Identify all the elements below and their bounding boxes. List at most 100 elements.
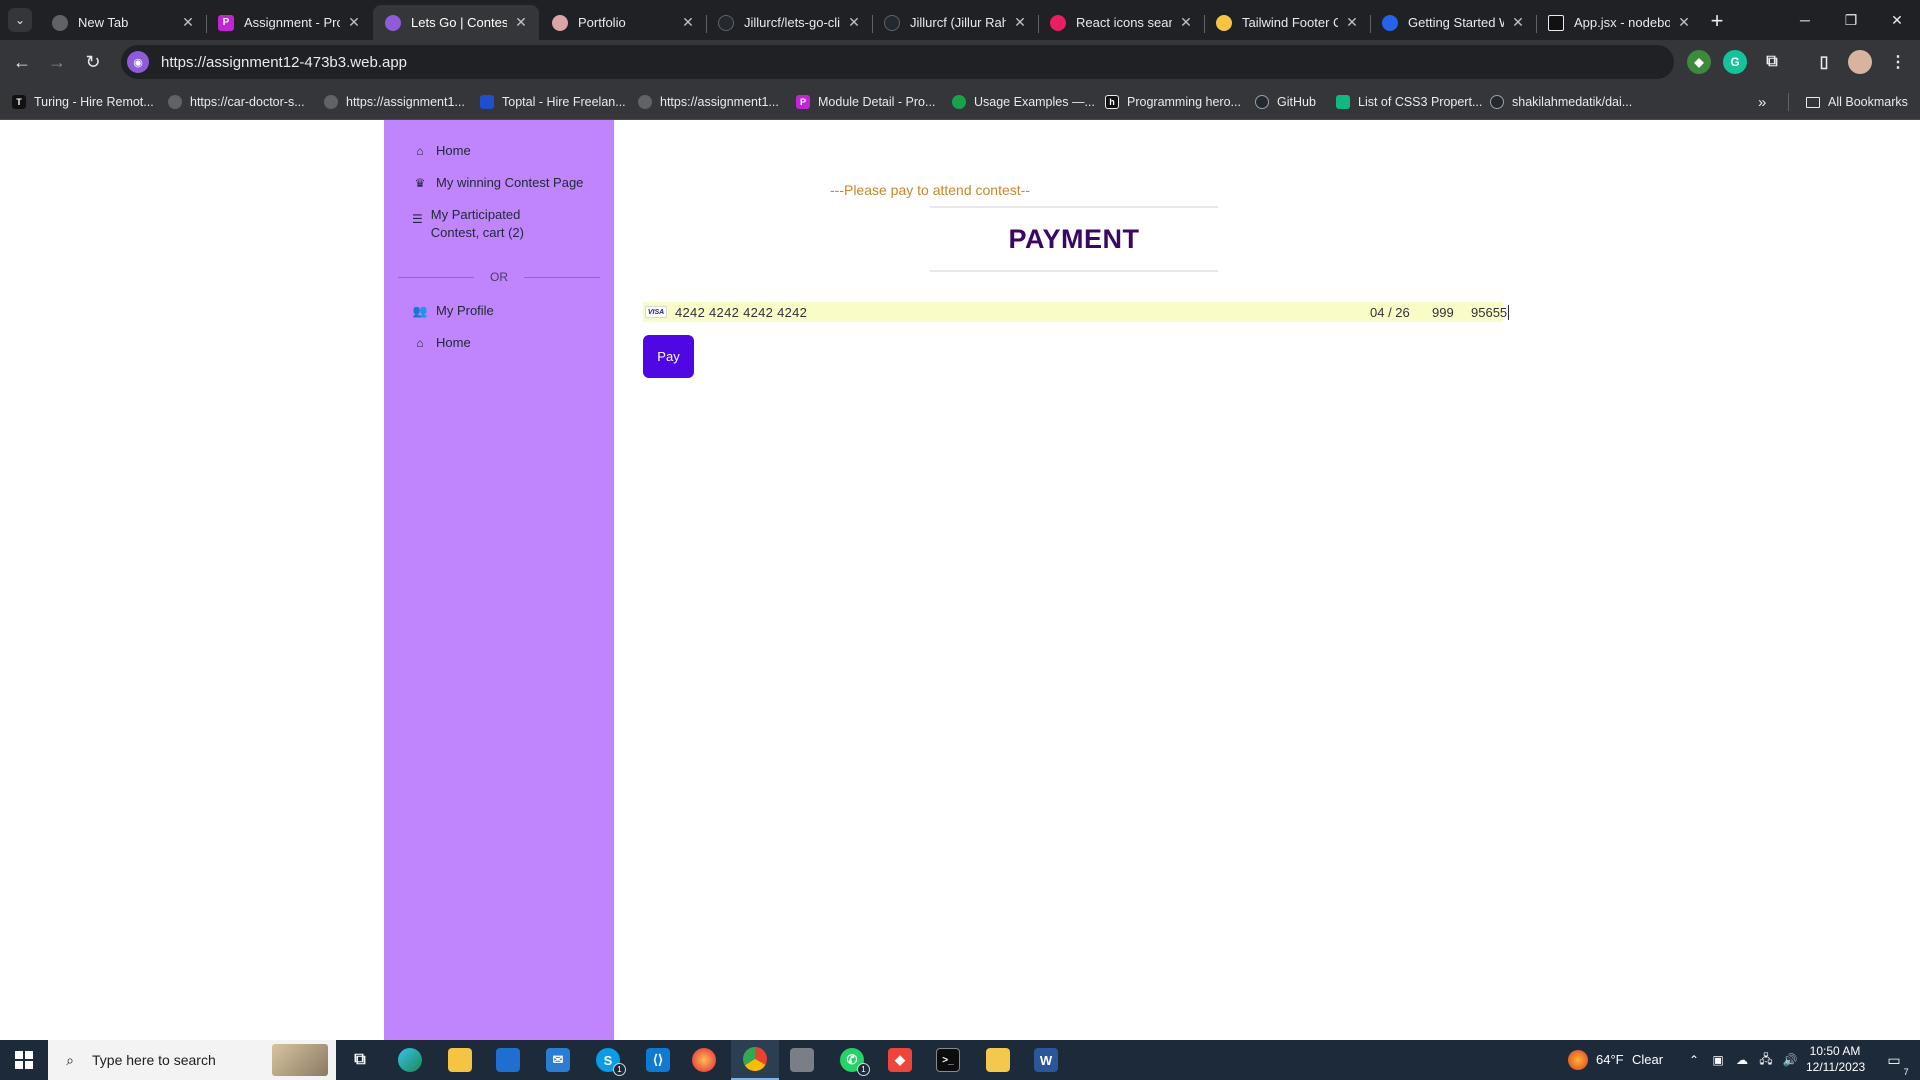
sidebar-item-participated-contest[interactable]: ☰ My Participated Contest, cart (2) <box>412 206 542 242</box>
forward-icon[interactable]: → <box>43 48 71 76</box>
close-icon[interactable]: ✕ <box>1178 14 1194 31</box>
close-icon[interactable]: ✕ <box>513 14 529 31</box>
tab-title: Assignment - Pro <box>244 15 340 30</box>
tab-title: New Tab <box>78 15 129 30</box>
tab-portfolio[interactable]: Portfolio ✕ <box>540 5 706 40</box>
tab-getting-started[interactable]: Getting Started W ✕ <box>1370 5 1536 40</box>
tab-react-icons[interactable]: React icons search ✕ <box>1038 5 1204 40</box>
close-icon[interactable]: ✕ <box>846 14 862 31</box>
bookmarks-overflow-icon[interactable]: » <box>1758 92 1766 112</box>
pay-button[interactable]: Pay <box>643 335 694 378</box>
bookmark-github[interactable]: GitHub <box>1255 92 1316 112</box>
firefox-icon[interactable] <box>680 1040 728 1080</box>
card-cvc-input[interactable]: 999 <box>1432 305 1454 320</box>
extension-android-icon[interactable]: ◆ <box>1687 50 1711 74</box>
close-icon[interactable]: ✕ <box>346 14 362 31</box>
site-info-icon[interactable]: ◉ <box>127 51 149 73</box>
bookmark-turing[interactable]: T Turing - Hire Remot... <box>12 92 154 112</box>
close-icon[interactable]: ✕ <box>1676 14 1692 31</box>
close-icon[interactable]: ✕ <box>1344 14 1360 31</box>
url-text[interactable]: https://assignment12-473b3.web.app <box>161 54 407 71</box>
skype-icon[interactable]: S1 <box>584 1040 632 1080</box>
task-view-icon[interactable]: ⧉ <box>336 1040 384 1080</box>
tab-new-tab[interactable]: New Tab ✕ <box>40 5 206 40</box>
vscode-icon[interactable]: ⟨⟩ <box>634 1040 682 1080</box>
card-number-input[interactable]: 4242 4242 4242 4242 <box>675 305 807 320</box>
tab-lets-go-contest[interactable]: Lets Go | Contest ✕ <box>373 5 539 40</box>
mail-icon[interactable]: ✉ <box>534 1040 582 1080</box>
profile-avatar-icon[interactable] <box>1848 50 1872 74</box>
system-clock[interactable]: 10:50 AM 12/11/2023 <box>1806 1043 1865 1075</box>
tab-title: Jillurcf/lets-go-clie <box>744 15 840 30</box>
anydesk-icon[interactable]: ◆ <box>876 1040 924 1080</box>
sidebar-item-winning-contest[interactable]: ♛ My winning Contest Page <box>412 174 584 192</box>
weather-temp[interactable]: 64°F <box>1596 1052 1624 1067</box>
sidebar-item-home-bottom[interactable]: ⌂ Home <box>412 334 470 352</box>
edge-icon[interactable] <box>386 1040 434 1080</box>
bookmark-programming-hero[interactable]: h Programming hero... <box>1105 92 1241 112</box>
tab-assignment[interactable]: P Assignment - Pro ✕ <box>206 5 372 40</box>
taskbar-search-box[interactable]: ⌕ Type here to search <box>48 1040 336 1080</box>
tab-tailwind-footer[interactable]: Tailwind Footer Co ✕ <box>1204 5 1370 40</box>
network-icon[interactable]: 🖧 <box>1758 1052 1774 1068</box>
github-icon <box>1490 95 1504 109</box>
windows-start-icon[interactable] <box>0 1040 48 1080</box>
bookmark-css3-properties[interactable]: List of CSS3 Propert... <box>1336 92 1482 112</box>
address-bar[interactable]: ◉ https://assignment12-473b3.web.app <box>121 45 1674 79</box>
command-prompt-icon[interactable]: >_ <box>924 1040 972 1080</box>
mongodb-leaf-icon <box>952 95 966 109</box>
tab-search-button[interactable]: ⌄ <box>8 8 32 32</box>
weather-icon[interactable] <box>1568 1050 1588 1070</box>
side-panel-icon[interactable]: ▯ <box>1812 50 1836 74</box>
extensions-puzzle-icon[interactable]: ⧉ <box>1760 50 1784 74</box>
menu-kebab-icon[interactable]: ⋮ <box>1886 50 1910 74</box>
card-element[interactable]: VISA 4242 4242 4242 4242 04 / 26 999 956… <box>643 302 1510 322</box>
all-bookmarks-button[interactable]: All Bookmarks <box>1806 92 1908 112</box>
bookmark-usage-examples[interactable]: Usage Examples —... <box>952 92 1095 112</box>
weather-condition[interactable]: Clear <box>1632 1052 1663 1067</box>
tab-app-jsx[interactable]: App.jsx - nodebox ✕ <box>1536 5 1702 40</box>
file-explorer-icon[interactable] <box>436 1040 484 1080</box>
whatsapp-icon[interactable]: ✆ 1 <box>828 1040 876 1080</box>
microsoft-store-icon[interactable] <box>484 1040 532 1080</box>
bookmark-label: Module Detail - Pro... <box>818 95 936 109</box>
close-window-icon[interactable]: ✕ <box>1874 0 1920 40</box>
new-tab-button[interactable]: + <box>1703 7 1731 35</box>
tab-github-profile[interactable]: Jillurcf (Jillur Rahm ✕ <box>872 5 1038 40</box>
close-icon[interactable]: ✕ <box>1012 14 1028 31</box>
volume-icon[interactable]: 🔊 <box>1782 1052 1798 1068</box>
bookmark-shakil[interactable]: shakilahmedatik/dai... <box>1490 92 1632 112</box>
bookmark-car-doctor[interactable]: https://car-doctor-s... <box>168 92 305 112</box>
sidebar-item-my-profile[interactable]: 👥 My Profile <box>412 302 494 320</box>
turing-icon: T <box>12 95 26 109</box>
page-title: PAYMENT <box>1008 224 1140 254</box>
close-icon[interactable]: ✕ <box>1510 14 1526 31</box>
bookmark-assignment-2[interactable]: https://assignment1... <box>638 92 779 112</box>
bookmark-toptal[interactable]: Toptal - Hire Freelan... <box>480 92 626 112</box>
bookmark-assignment-1[interactable]: https://assignment1... <box>324 92 465 112</box>
grammarly-icon[interactable]: G <box>1723 50 1747 74</box>
sidebar-item-home[interactable]: ⌂ Home <box>412 142 470 160</box>
notification-count: 7 <box>1903 1066 1909 1077</box>
tab-github-repo[interactable]: Jillurcf/lets-go-clie ✕ <box>706 5 872 40</box>
onedrive-icon[interactable]: ☁ <box>1734 1052 1750 1068</box>
react-icons-icon <box>1050 14 1066 31</box>
bookmark-label: https://assignment1... <box>660 95 779 109</box>
chevron-up-icon[interactable]: ⌃ <box>1686 1052 1702 1068</box>
card-zip-input[interactable]: 95655 <box>1471 304 1510 320</box>
browser-toolbar: ← → ↻ ◉ https://assignment12-473b3.web.a… <box>0 40 1920 84</box>
bookmark-module-detail[interactable]: P Module Detail - Pro... <box>796 92 935 112</box>
back-icon[interactable]: ← <box>8 48 36 76</box>
close-icon[interactable]: ✕ <box>180 14 196 31</box>
minimize-icon[interactable]: ─ <box>1782 0 1828 40</box>
sticky-notes-icon[interactable] <box>974 1040 1022 1080</box>
reload-icon[interactable]: ↻ <box>79 48 107 76</box>
terminal-window-icon[interactable] <box>778 1040 826 1080</box>
restore-icon[interactable]: ❐ <box>1828 0 1874 40</box>
notification-center-icon[interactable]: ▭ 7 <box>1874 1040 1914 1080</box>
meet-now-icon[interactable]: ▣ <box>1710 1052 1726 1068</box>
word-icon[interactable]: W <box>1022 1040 1070 1080</box>
close-icon[interactable]: ✕ <box>680 14 696 31</box>
chrome-icon[interactable] <box>731 1040 779 1080</box>
card-expiry-input[interactable]: 04 / 26 <box>1370 305 1410 320</box>
